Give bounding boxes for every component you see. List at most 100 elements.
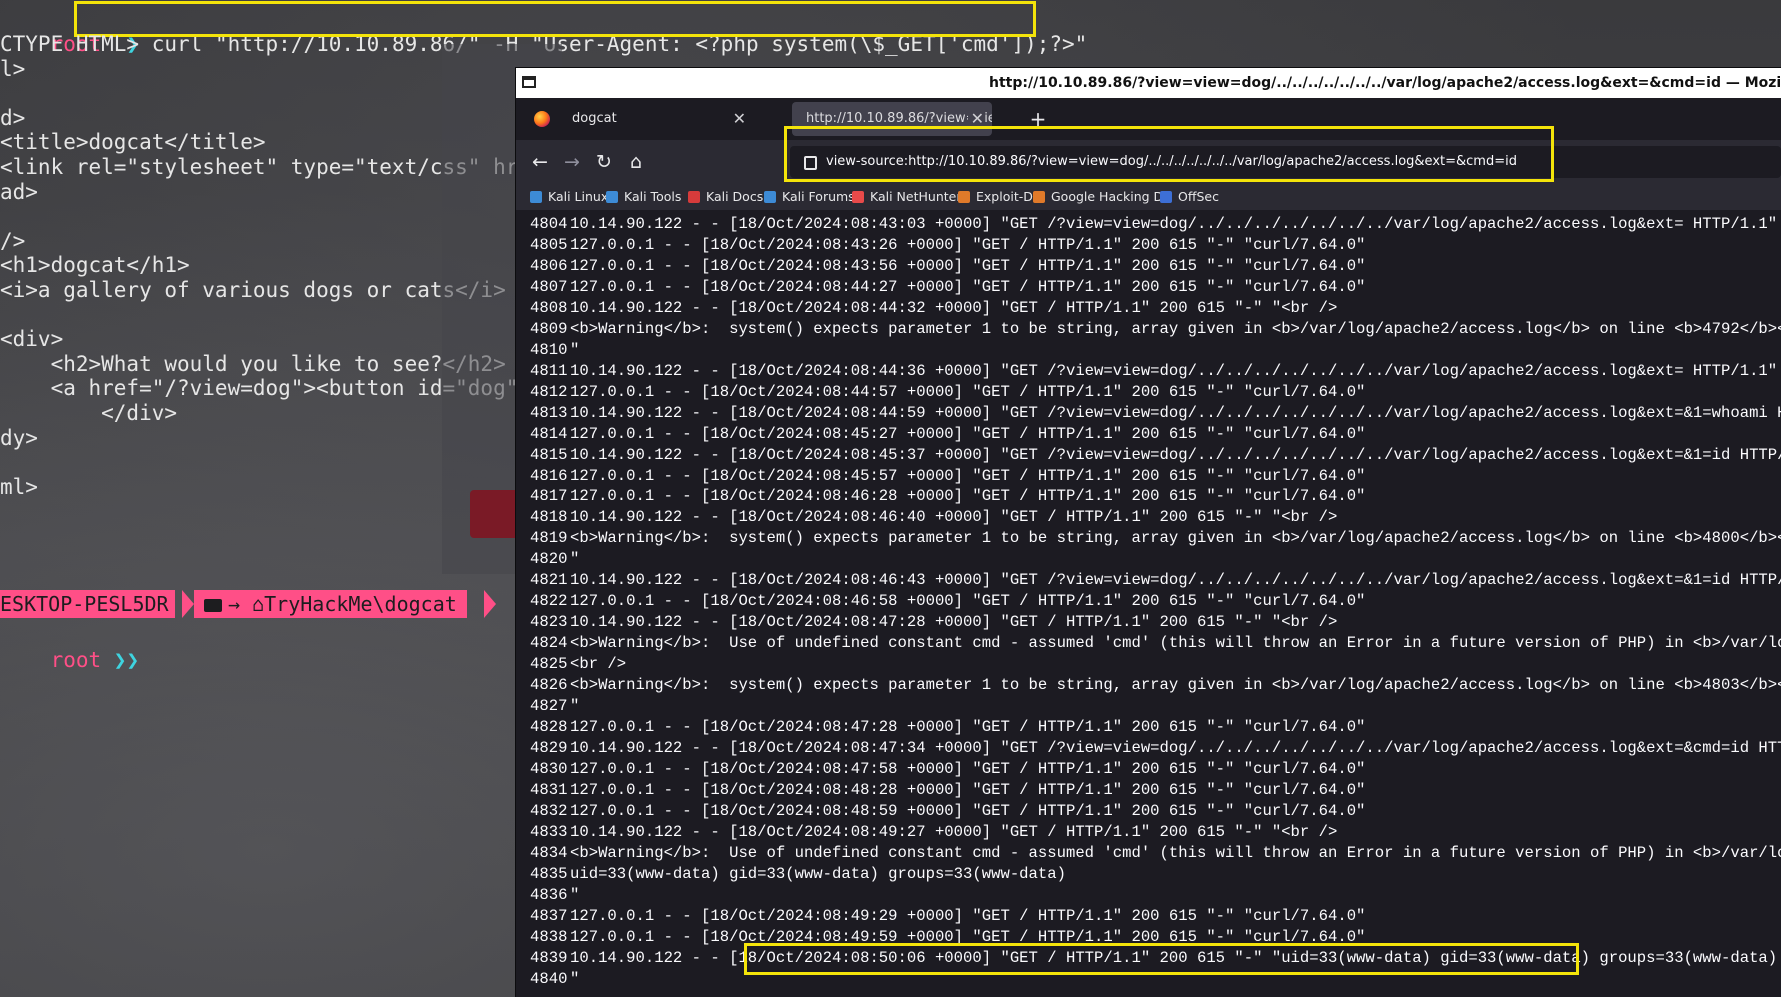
tab-dogcat[interactable]: dogcat ✕	[558, 102, 754, 136]
line-number: 4816	[530, 466, 568, 485]
line-text: "	[570, 340, 580, 359]
bookmark-icon	[1033, 191, 1045, 203]
source-line: 4813 10.14.90.122 - - [18/Oct/2024:08:44:…	[530, 403, 1781, 424]
source-line: 4810 "	[530, 340, 579, 361]
line-number: 4838	[530, 927, 568, 946]
line-text: 127.0.0.1 - - [18/Oct/2024:08:46:28 +000…	[570, 487, 1366, 506]
line-number: 4815	[530, 445, 568, 464]
source-line: 4831 127.0.0.1 - - [18/Oct/2024:08:48:28 …	[530, 780, 1365, 801]
line-number: 4804	[530, 215, 568, 233]
segment-separator	[182, 590, 194, 618]
line-text: 10.14.90.122 - - [18/Oct/2024:08:43:03 +…	[570, 215, 1778, 233]
bookmark-icon	[688, 191, 700, 203]
bookmark-label: Exploit-DB	[976, 189, 1042, 204]
source-line: 4823 10.14.90.122 - - [18/Oct/2024:08:47:…	[530, 612, 1337, 633]
line-text: 127.0.0.1 - - [18/Oct/2024:08:49:29 +000…	[570, 906, 1366, 925]
final-prompt[interactable]: root ❯❯	[0, 618, 140, 672]
line-text: 10.14.90.122 - - [18/Oct/2024:08:50:06 +…	[570, 948, 1778, 967]
source-line: 4833 10.14.90.122 - - [18/Oct/2024:08:49:…	[530, 822, 1337, 843]
line-text: 127.0.0.1 - - [18/Oct/2024:08:48:28 +000…	[570, 780, 1366, 799]
line-number: 4807	[530, 277, 568, 296]
hostname-text: ESKTOP-PESL5DR	[0, 592, 169, 616]
bookmark-label: Kali NetHunter	[870, 189, 962, 204]
home-icon[interactable]: ⌂	[622, 148, 650, 176]
hostname-segment: ESKTOP-PESL5DR	[0, 590, 175, 618]
bookmark-icon	[958, 191, 970, 203]
close-icon[interactable]: ✕	[967, 102, 984, 136]
line-number: 4828	[530, 718, 568, 737]
firefox-window[interactable]: http://10.10.89.86/?view=view=dog/../../…	[516, 68, 1781, 997]
source-line: 4834 <b>Warning</b>: Use of undefined con…	[530, 843, 1781, 864]
bookmark-item[interactable]: Kali Forums	[764, 184, 855, 210]
window-icon	[522, 76, 536, 88]
bookmark-icon	[852, 191, 864, 203]
bookmark-label: Google Hacking DB	[1051, 189, 1172, 204]
line-text: 127.0.0.1 - - [18/Oct/2024:08:43:56 +000…	[570, 256, 1366, 275]
bookmark-icon	[1160, 191, 1172, 203]
line-number: 4839	[530, 948, 568, 967]
reload-icon[interactable]: ↻	[590, 148, 618, 176]
source-line: 4812 127.0.0.1 - - [18/Oct/2024:08:44:57 …	[530, 382, 1365, 403]
firefox-icon[interactable]	[534, 111, 550, 127]
source-line: 4822 127.0.0.1 - - [18/Oct/2024:08:46:58 …	[530, 591, 1365, 612]
url-text[interactable]: view-source:http://10.10.89.86/?view=vie…	[826, 146, 1517, 178]
line-text: "	[570, 697, 580, 716]
url-bar[interactable]: view-source:http://10.10.89.86/?view=vie…	[790, 146, 1781, 178]
close-icon[interactable]: ✕	[733, 102, 746, 136]
new-tab-button[interactable]: +	[1026, 104, 1050, 134]
source-line: 4840 "	[530, 969, 579, 990]
bookmark-label: OffSec	[1178, 189, 1219, 204]
terminal-output-line: ad>	[0, 179, 38, 204]
line-number: 4836	[530, 885, 568, 904]
line-text: 10.14.90.122 - - [18/Oct/2024:08:44:36 +…	[570, 361, 1778, 380]
folder-icon	[204, 599, 222, 612]
back-icon[interactable]: ←	[526, 148, 554, 176]
path-segment: → ⌂TryHackMe\dogcat	[194, 590, 467, 618]
line-number: 4837	[530, 906, 568, 925]
line-text: 10.14.90.122 - - [18/Oct/2024:08:44:32 +…	[570, 298, 1338, 317]
bookmark-item[interactable]: Kali Tools	[606, 184, 681, 210]
line-text: <b>Warning</b>: system() expects paramet…	[570, 676, 1781, 695]
tab-label: dogcat	[572, 111, 617, 126]
line-text: 10.14.90.122 - - [18/Oct/2024:08:47:34 +…	[570, 739, 1781, 757]
line-number: 4840	[530, 969, 568, 988]
line-text: 10.14.90.122 - - [18/Oct/2024:08:47:28 +…	[570, 613, 1338, 632]
line-text: 127.0.0.1 - - [18/Oct/2024:08:47:58 +000…	[570, 759, 1366, 778]
terminal-output-line: dy>	[0, 425, 38, 450]
source-line: 4839 10.14.90.122 - - [18/Oct/2024:08:50:…	[530, 948, 1777, 969]
source-line: 4824 <b>Warning</b>: Use of undefined con…	[530, 633, 1781, 654]
source-line: 4838 127.0.0.1 - - [18/Oct/2024:08:49:59 …	[530, 927, 1365, 948]
bookmark-label: Kali Docs	[706, 189, 764, 204]
line-text: 10.14.90.122 - - [18/Oct/2024:08:46:40 +…	[570, 508, 1338, 527]
lock-icon[interactable]	[804, 156, 817, 170]
bookmark-item[interactable]: OffSec	[1160, 184, 1219, 210]
bookmark-item[interactable]: Kali Linux	[530, 184, 608, 210]
bookmark-item[interactable]: Kali Docs	[688, 184, 763, 210]
line-text: 127.0.0.1 - - [18/Oct/2024:08:44:57 +000…	[570, 382, 1366, 401]
bookmark-item[interactable]: Google Hacking DB	[1033, 184, 1172, 210]
source-line: 4811 10.14.90.122 - - [18/Oct/2024:08:44:…	[530, 361, 1781, 382]
line-text: "	[570, 885, 580, 904]
line-text: uid=33(www-data) gid=33(www-data) groups…	[570, 864, 1066, 883]
line-number: 4835	[530, 864, 568, 883]
forward-icon[interactable]: →	[558, 148, 586, 176]
bookmark-item[interactable]: Kali NetHunter	[852, 184, 961, 210]
line-number: 4817	[530, 487, 568, 506]
bookmark-item[interactable]: Exploit-DB	[958, 184, 1041, 210]
line-text: 127.0.0.1 - - [18/Oct/2024:08:45:27 +000…	[570, 424, 1366, 443]
bookmark-icon	[606, 191, 618, 203]
path-text: → ⌂TryHackMe\dogcat	[228, 592, 457, 616]
source-line: 4814 127.0.0.1 - - [18/Oct/2024:08:45:27 …	[530, 424, 1365, 445]
source-line: 4828 127.0.0.1 - - [18/Oct/2024:08:47:28 …	[530, 717, 1365, 738]
window-titlebar[interactable]: http://10.10.89.86/?view=view=dog/../../…	[516, 68, 1781, 98]
source-line: 4805 127.0.0.1 - - [18/Oct/2024:08:43:26 …	[530, 235, 1365, 256]
source-line: 4806 127.0.0.1 - - [18/Oct/2024:08:43:56 …	[530, 256, 1365, 277]
line-number: 4821	[530, 571, 568, 590]
tab-view-source[interactable]: http://10.10.89.86/?view=view=d ✕	[792, 102, 992, 136]
line-number: 4813	[530, 403, 568, 422]
terminal-output-line: <i>a gallery of various dogs or cats</i>	[0, 278, 506, 302]
bookmarks-toolbar: Kali Linux Kali Tools Kali Docs Kali Forums…	[516, 184, 1781, 210]
line-text: 10.14.90.122 - - [18/Oct/2024:08:44:59 +…	[570, 403, 1781, 422]
view-source-content[interactable]: 4804 10.14.90.122 - - [18/Oct/2024:08:43:…	[516, 210, 1781, 997]
line-text: 10.14.90.122 - - [18/Oct/2024:08:49:27 +…	[570, 822, 1338, 841]
